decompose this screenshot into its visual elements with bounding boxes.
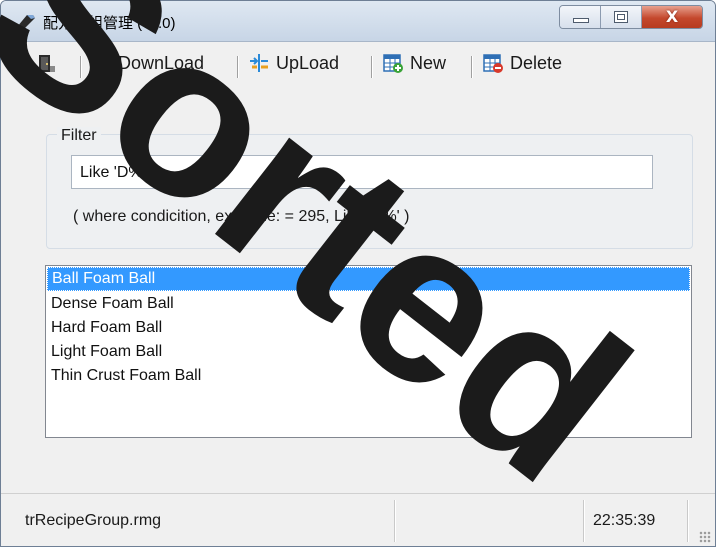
toolbar-separator — [80, 56, 81, 78]
window-title: 配方群組管理 (v1.0) — [43, 15, 176, 32]
pen-icon — [17, 15, 35, 30]
list-item[interactable]: Thin Crust Foam Ball — [46, 364, 691, 388]
download-icon — [92, 56, 110, 72]
table-delete-icon — [483, 54, 503, 73]
maximize-icon — [614, 11, 628, 23]
toolbar-separator — [471, 56, 472, 78]
app-window: 配方群組管理 (v1.0) X DownLoad UpLoad New Dele… — [0, 0, 716, 547]
resize-grip[interactable] — [699, 531, 711, 543]
recipe-group-list[interactable]: Ball Foam Ball Dense Foam Ball Hard Foam… — [45, 265, 692, 438]
filter-group: Filter Like 'D%' ( where condicition, ex… — [46, 127, 693, 249]
delete-label: Delete — [510, 52, 563, 73]
new-button[interactable]: New — [382, 50, 446, 76]
status-file: trRecipeGroup.rmg — [25, 512, 162, 529]
toolbar-separator — [237, 56, 238, 78]
caption-buttons: X — [559, 5, 703, 29]
status-bar: trRecipeGroup.rmg 22:35:39 — [1, 493, 715, 546]
status-divider — [583, 500, 584, 542]
list-item[interactable]: Dense Foam Ball — [46, 292, 691, 316]
exit-button[interactable] — [35, 50, 63, 76]
download-button[interactable]: DownLoad — [90, 50, 204, 76]
status-divider — [394, 500, 395, 542]
status-divider — [687, 500, 688, 542]
minimize-icon — [573, 18, 589, 23]
maximize-button[interactable] — [601, 6, 642, 28]
list-item[interactable]: Hard Foam Ball — [46, 316, 691, 340]
upload-icon — [250, 54, 268, 72]
upload-button[interactable]: UpLoad — [248, 50, 339, 76]
list-item[interactable]: Light Foam Ball — [46, 340, 691, 364]
list-item[interactable]: Ball Foam Ball — [47, 267, 690, 291]
toolbar-separator — [371, 56, 372, 78]
close-icon: X — [665, 7, 679, 26]
toolbar: DownLoad UpLoad New Delete — [1, 42, 715, 82]
filter-hint: ( where condicition, example: = 295, Lik… — [73, 208, 410, 225]
table-add-icon — [383, 54, 403, 73]
status-time: 22:35:39 — [593, 512, 656, 529]
title-bar[interactable]: 配方群組管理 (v1.0) X — [1, 1, 715, 42]
upload-label: UpLoad — [276, 52, 340, 73]
filter-group-label: Filter — [57, 127, 101, 145]
toolbar-grip[interactable] — [11, 56, 14, 76]
download-label: DownLoad — [118, 52, 205, 73]
close-button[interactable]: X — [642, 6, 702, 28]
filter-input-value: Like 'D%' — [80, 164, 146, 181]
new-label: New — [410, 52, 447, 73]
delete-button[interactable]: Delete — [482, 50, 562, 76]
filter-input[interactable]: Like 'D%' — [71, 155, 653, 189]
text-caret — [146, 163, 148, 182]
minimize-button[interactable] — [560, 6, 601, 28]
exit-door-icon — [39, 55, 55, 72]
